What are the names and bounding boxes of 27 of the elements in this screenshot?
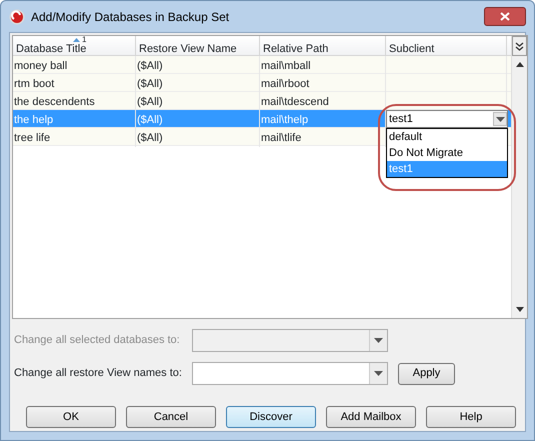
dialog-button[interactable]: Cancel <box>126 406 216 428</box>
sort-order: 1 <box>82 34 86 44</box>
sort-ascending-icon <box>73 38 80 42</box>
window-title: Add/Modify Databases in Backup Set <box>31 8 230 26</box>
scroll-down-icon[interactable] <box>516 307 524 312</box>
close-button[interactable] <box>484 7 526 26</box>
scroll-up-icon[interactable] <box>516 62 524 67</box>
field-label: Change all selected databases to: <box>14 333 181 348</box>
dropdown-option[interactable]: default <box>387 129 507 145</box>
dropdown-caret-icon <box>496 116 504 122</box>
dialog-button[interactable]: Help <box>426 406 516 428</box>
table-cell: mail\tlife <box>260 128 386 146</box>
dialog-button[interactable]: Discover <box>226 406 316 428</box>
close-icon <box>500 12 510 21</box>
apply-button[interactable]: Apply <box>398 362 455 384</box>
field-label: Change all restore View names to: <box>14 366 183 382</box>
dialog-button[interactable]: OK <box>26 406 116 428</box>
table-cell: ($All) <box>136 128 260 146</box>
table-cell: tree life <box>13 128 136 146</box>
dropdown-caret-icon <box>374 371 383 376</box>
dropdown-option[interactable]: Do Not Migrate <box>387 145 507 161</box>
dropdown-caret-icon <box>374 338 383 343</box>
app-logo-icon <box>9 8 25 24</box>
dialog-button[interactable]: Add Mailbox <box>326 406 416 428</box>
double-chevron-icon <box>515 42 524 50</box>
column-chooser-button[interactable] <box>512 36 527 56</box>
subclient-dropdown[interactable]: test1 <box>386 110 508 128</box>
